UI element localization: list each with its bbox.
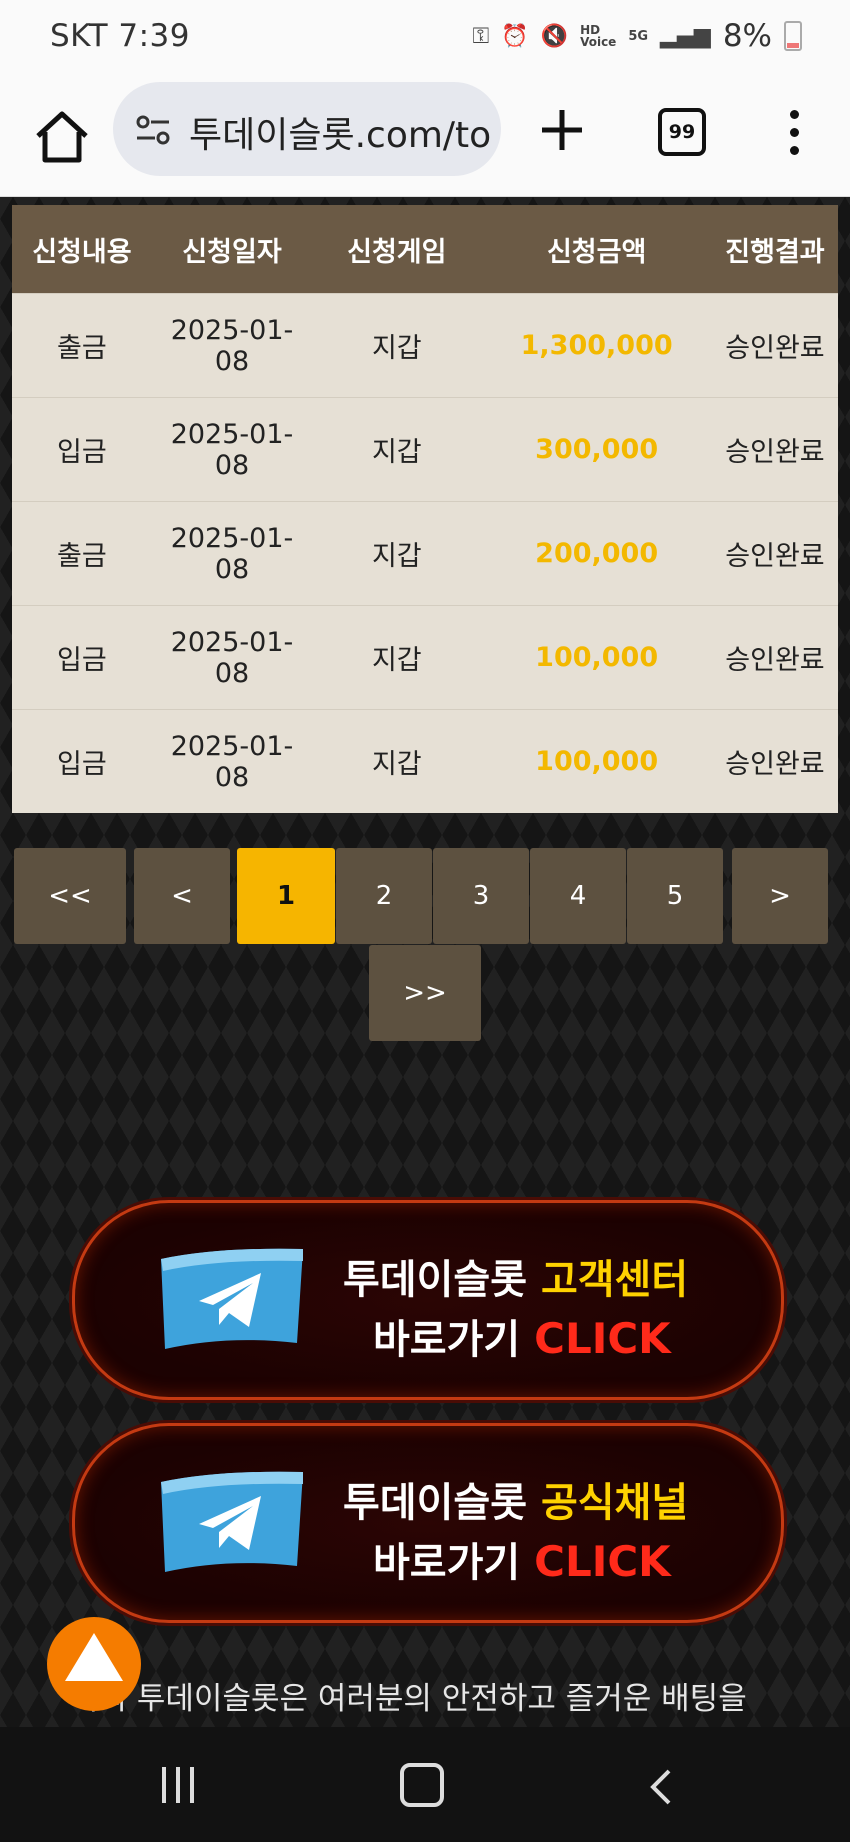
customer-center-banner[interactable]: 투데이슬롯 고객센터 바로가기 CLICK (72, 1200, 784, 1400)
next-page-button[interactable]: > (732, 848, 828, 944)
cell-type: 입금 (12, 605, 152, 710)
new-tab-icon[interactable] (536, 104, 588, 156)
banner-line1-prefix: 투데이슬롯 (343, 1257, 541, 1303)
header-type: 신청내용 (12, 205, 152, 294)
prev-page-button[interactable]: < (134, 848, 230, 944)
url-text: 투데이슬롯.com/to (189, 115, 492, 156)
page-1-button[interactable]: 1 (237, 848, 335, 944)
cell-result: 승인완료 (711, 293, 838, 398)
hd-voice-icon: HD Voice (580, 23, 617, 49)
page-3-button[interactable]: 3 (433, 848, 529, 944)
cell-type: 출금 (12, 293, 152, 398)
header-result: 진행결과 (711, 205, 838, 294)
recent-apps-icon[interactable] (162, 1767, 206, 1803)
banner-line1-highlight: 고객센터 (540, 1257, 689, 1303)
banner-line1: 투데이슬롯 공식채널 (343, 1470, 688, 1528)
cell-date: 2025-01- 08 (151, 397, 313, 502)
scroll-to-top-button[interactable] (47, 1617, 141, 1711)
5g-icon: 5G (628, 28, 649, 44)
status-bar: SKT 7:39 ⚿ ⏰ 🔇 HD Voice 5G ▂▄▆ 8% (0, 0, 850, 80)
page-4-button[interactable]: 4 (530, 848, 626, 944)
transaction-table: 신청내용 신청일자 신청게임 신청금액 진행결과 출금 2025-01- 08 … (12, 205, 838, 813)
banner-line2: 바로가기 CLICK (373, 1530, 671, 1588)
page-2-button[interactable]: 2 (336, 848, 432, 944)
banner-line2: 바로가기 CLICK (373, 1307, 671, 1365)
site-settings-icon[interactable] (133, 110, 173, 150)
cell-amount: 1,300,000 (481, 293, 712, 398)
table-row: 입금 2025-01- 08 지갑 100,000 승인완료 (12, 605, 838, 710)
cell-result: 승인완료 (711, 605, 838, 710)
cell-date: 2025-01- 08 (151, 605, 313, 710)
alarm-icon: ⏰ (501, 23, 529, 49)
header-game: 신청게임 (312, 205, 482, 294)
cell-game: 지갑 (312, 605, 482, 710)
cell-game: 지갑 (312, 501, 482, 606)
status-icons: ⚿ ⏰ 🔇 HD Voice 5G ▂▄▆ 8% (473, 18, 802, 54)
home-nav-icon[interactable] (400, 1763, 444, 1807)
cell-type: 입금 (12, 397, 152, 502)
banner-line1-highlight: 공식채널 (540, 1480, 689, 1526)
key-icon: ⚿ (472, 23, 490, 49)
table-row: 출금 2025-01- 08 지갑 200,000 승인완료 (12, 501, 838, 606)
cell-game: 지갑 (312, 709, 482, 813)
banner-line2-prefix: 바로가기 (373, 1317, 535, 1363)
telegram-icon (161, 1471, 303, 1572)
table-row: 출금 2025-01- 08 지갑 1,300,000 승인완료 (12, 293, 838, 398)
mute-icon: 🔇 (540, 23, 569, 49)
header-amount: 신청금액 (481, 205, 712, 294)
cell-date: 2025-01- 08 (151, 709, 313, 813)
banner-click-text: CLICK (534, 1537, 671, 1586)
cell-amount: 300,000 (481, 397, 712, 502)
table-header-row: 신청내용 신청일자 신청게임 신청금액 진행결과 (12, 205, 838, 294)
page-content: 신청내용 신청일자 신청게임 신청금액 진행결과 출금 2025-01- 08 … (0, 197, 850, 1727)
cell-result: 승인완료 (711, 397, 838, 502)
cell-type: 출금 (12, 501, 152, 606)
cell-date: 2025-01- 08 (151, 293, 313, 398)
battery-icon (784, 21, 802, 51)
banner-line1: 투데이슬롯 고객센터 (343, 1247, 688, 1305)
cell-amount: 100,000 (481, 709, 712, 813)
banner-line1-prefix: 투데이슬롯 (343, 1480, 541, 1526)
more-menu-icon[interactable] (782, 110, 806, 160)
back-icon[interactable] (645, 1767, 675, 1807)
table-row: 입금 2025-01- 08 지갑 300,000 승인완료 (12, 397, 838, 502)
cell-result: 승인완료 (711, 709, 838, 813)
home-icon[interactable] (30, 106, 94, 170)
official-channel-banner[interactable]: 투데이슬롯 공식채널 바로가기 CLICK (72, 1423, 784, 1623)
tab-switcher-button[interactable]: 99 (658, 108, 706, 156)
footer-description: 저희 투데이슬롯은 여러분의 안전하고 즐거운 배팅을 (70, 1681, 747, 1717)
cell-game: 지갑 (312, 293, 482, 398)
cell-date: 2025-01- 08 (151, 501, 313, 606)
cell-game: 지갑 (312, 397, 482, 502)
page-5-button[interactable]: 5 (627, 848, 723, 944)
table-row: 입금 2025-01- 08 지갑 100,000 승인완료 (12, 709, 838, 813)
browser-toolbar: 투데이슬롯.com/to 99 (0, 80, 850, 197)
signal-icon: ▂▄▆ (660, 23, 711, 49)
header-date: 신청일자 (151, 205, 313, 294)
first-page-button[interactable]: << (14, 848, 126, 944)
banner-line2-prefix: 바로가기 (373, 1540, 535, 1586)
last-page-button[interactable]: >> (369, 945, 481, 1041)
system-nav-bar (0, 1727, 850, 1842)
carrier-time: SKT 7:39 (50, 18, 191, 54)
telegram-icon (161, 1248, 303, 1349)
cell-type: 입금 (12, 709, 152, 813)
cell-amount: 100,000 (481, 605, 712, 710)
banner-click-text: CLICK (534, 1314, 671, 1363)
cell-result: 승인완료 (711, 501, 838, 606)
address-bar[interactable]: 투데이슬롯.com/to (113, 82, 501, 176)
cell-amount: 200,000 (481, 501, 712, 606)
battery-text: 8% (722, 18, 772, 54)
